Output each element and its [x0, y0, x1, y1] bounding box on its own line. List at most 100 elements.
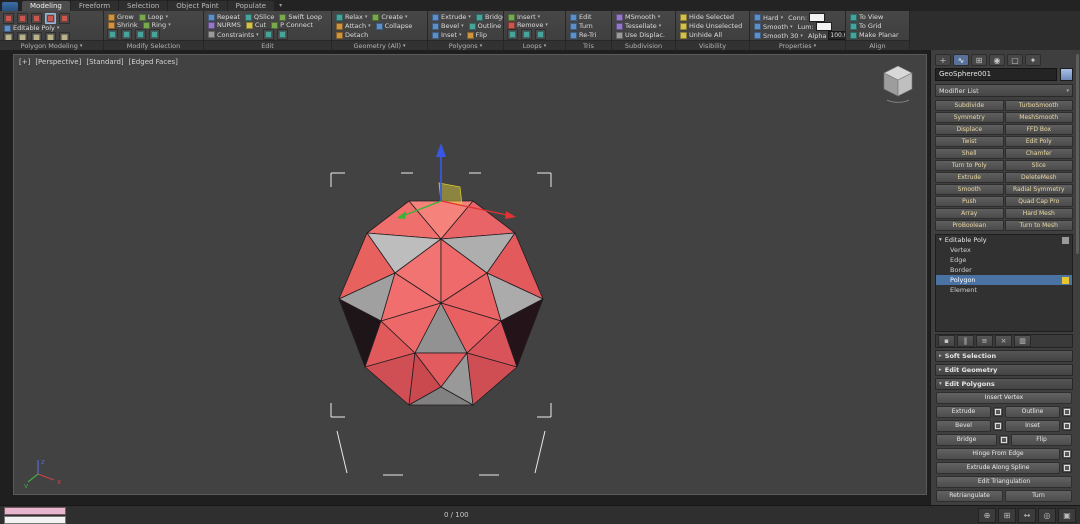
ribbon-group-label[interactable]: Modify Selection: [104, 40, 203, 50]
tab-object-paint[interactable]: Object Paint: [168, 1, 227, 11]
hard-mesh-modifier-button[interactable]: Hard Mesh: [1004, 208, 1073, 219]
bridge-button[interactable]: Bridge: [936, 434, 997, 446]
subdivide-modifier-button[interactable]: Subdivide: [935, 100, 1004, 111]
object-color-swatch[interactable]: [1060, 68, 1073, 81]
re-tri-button[interactable]: Re-Tri: [569, 31, 597, 39]
viewport[interactable]: [+] [Perspective] [Standard] [Edged Face…: [13, 54, 927, 495]
turn-to-poly-modifier-button[interactable]: Turn to Poly: [935, 160, 1004, 171]
create-button[interactable]: Create ▾: [371, 13, 408, 21]
maximize-viewport-icon[interactable]: ▣: [1058, 507, 1076, 523]
hinge-settings-icon[interactable]: [1062, 449, 1072, 459]
to-view-button[interactable]: To View: [849, 13, 884, 21]
outline-settings-icon[interactable]: [1062, 407, 1072, 417]
p-connect-button[interactable]: P Connect: [270, 21, 314, 29]
loop-button[interactable]: Loop ▾: [138, 13, 169, 21]
next-modifier-button[interactable]: [59, 32, 70, 40]
edge-button[interactable]: [17, 13, 28, 24]
editable-poly-button[interactable]: Editable Poly ▾: [3, 24, 60, 32]
nurms-button[interactable]: NURMS: [207, 21, 242, 29]
viewport-renderer-menu[interactable]: [Standard]: [86, 58, 123, 66]
tab-selection[interactable]: Selection: [119, 1, 168, 11]
ring-button[interactable]: Ring ▾: [142, 21, 172, 29]
chamfer-modifier-button[interactable]: Chamfer: [1004, 148, 1073, 159]
qslice-button[interactable]: QSlice: [244, 13, 275, 21]
edge-constraint-button[interactable]: [262, 29, 274, 40]
viewport-general-menu[interactable]: [+]: [19, 58, 30, 66]
extrude-along-spline-button[interactable]: Extrude Along Spline: [936, 462, 1060, 474]
flip-button[interactable]: Flip: [466, 31, 488, 39]
ring-shrink-button[interactable]: [149, 29, 160, 40]
smooth-30-button[interactable]: Smooth 30 ▾: [753, 32, 804, 40]
collapse-button[interactable]: Collapse: [375, 22, 414, 30]
make-unique-icon[interactable]: ≡: [976, 335, 993, 347]
border-button[interactable]: [31, 13, 42, 24]
smooth-button[interactable]: Smooth ▾: [753, 23, 794, 31]
quad-cap-pro-modifier-button[interactable]: Quad Cap Pro: [1004, 196, 1073, 207]
create-tab-icon[interactable]: +: [935, 53, 951, 66]
lock-selection-button[interactable]: [31, 32, 42, 40]
edit-triangulation-button[interactable]: Edit Triangulation: [936, 476, 1072, 488]
extrude-button[interactable]: Extrude ▾: [431, 13, 472, 21]
zoom-icon[interactable]: ⊕: [978, 507, 996, 523]
insert-vertex-button[interactable]: Insert Vertex: [936, 392, 1072, 404]
slice-modifier-button[interactable]: Slice: [1004, 160, 1073, 171]
ribbon-minimize-icon[interactable]: ▾: [275, 1, 286, 11]
rollout-edit-polygons[interactable]: ▾ Edit Polygons: [935, 378, 1073, 390]
modifier-list-dropdown[interactable]: Modifier List ▾: [935, 84, 1073, 97]
extrude-button[interactable]: Extrude: [936, 406, 991, 418]
radial-symmetry-modifier-button[interactable]: Radial Symmetry: [1004, 184, 1073, 195]
configure-modifier-sets-icon[interactable]: ▥: [1014, 335, 1031, 347]
ribbon-group-label[interactable]: Align: [846, 40, 909, 50]
retriangulate-button[interactable]: Retriangulate: [936, 490, 1003, 502]
unhide-all-button[interactable]: Unhide All: [679, 31, 723, 39]
bridge-settings-icon[interactable]: [999, 435, 1009, 445]
extrude-settings-icon[interactable]: [993, 407, 1003, 417]
grow-button[interactable]: Grow: [107, 13, 135, 21]
ring-grow-button[interactable]: [135, 29, 146, 40]
panel-scrollbar[interactable]: [1076, 54, 1079, 254]
orbit-icon[interactable]: ◎: [1038, 507, 1056, 523]
attach-button[interactable]: Attach ▾: [335, 22, 372, 30]
proboolean-modifier-button[interactable]: ProBoolean: [935, 220, 1004, 231]
stack-item-editable-poly[interactable]: ▾ Editable Poly: [936, 235, 1072, 245]
array-modifier-button[interactable]: Array: [935, 208, 1004, 219]
stack-item-edge[interactable]: Edge: [936, 255, 1072, 265]
bridge-button[interactable]: Bridge▾: [475, 13, 503, 21]
twist-modifier-button[interactable]: Twist: [935, 136, 1004, 147]
color-swatch-icon[interactable]: [809, 13, 826, 22]
shrink-button[interactable]: Shrink: [107, 21, 139, 29]
extrude-modifier-button[interactable]: Extrude: [935, 172, 1004, 183]
rollout-soft-selection[interactable]: ▸ Soft Selection: [935, 350, 1073, 362]
polygon-button[interactable]: [45, 13, 56, 24]
ribbon-group-label[interactable]: Polygons ▾: [428, 40, 503, 50]
loop-grow-button[interactable]: [107, 29, 118, 40]
remove-button[interactable]: Remove ▾: [507, 21, 549, 29]
color-swatch-icon[interactable]: [815, 22, 832, 31]
rollout-edit-geometry[interactable]: ▸ Edit Geometry: [935, 364, 1073, 376]
meshsmooth-modifier-button[interactable]: MeshSmooth: [1004, 112, 1073, 123]
stack-item-vertex[interactable]: Vertex: [936, 245, 1072, 255]
listener-script-row[interactable]: [4, 515, 66, 524]
ribbon-group-label[interactable]: Properties ▾: [750, 40, 845, 50]
alpha-field[interactable]: Alpha100.0: [807, 31, 845, 40]
vertex-button[interactable]: [3, 13, 14, 24]
tab-modeling[interactable]: Modeling: [22, 1, 70, 11]
maxscript-mini-listener[interactable]: [4, 506, 66, 524]
bevel-button[interactable]: Bevel: [936, 420, 991, 432]
deletemesh-modifier-button[interactable]: DeleteMesh: [1004, 172, 1073, 183]
ribbon-group-label[interactable]: Loops ▾: [504, 40, 565, 50]
cut-button[interactable]: Cut: [245, 21, 267, 29]
loop-shrink-button[interactable]: [121, 29, 132, 40]
inset-button[interactable]: Inset: [1005, 420, 1060, 432]
make-planar-button[interactable]: Make Planar: [849, 31, 900, 39]
ribbon-group-label[interactable]: Geometry (All) ▾: [332, 40, 427, 50]
build-end-button[interactable]: [521, 29, 532, 40]
ribbon-group-label[interactable]: Subdivision: [612, 40, 675, 50]
pan-icon[interactable]: ↔: [1018, 507, 1036, 523]
utilities-tab-icon[interactable]: ✦: [1025, 53, 1041, 66]
turn-button[interactable]: Turn: [1005, 490, 1072, 502]
ribbon-group-label[interactable]: Polygon Modeling ▾: [0, 40, 103, 50]
set-flow-button[interactable]: [507, 29, 518, 40]
ribbon-group-label[interactable]: Tris: [566, 40, 611, 50]
insert-button[interactable]: Insert ▾: [507, 13, 541, 21]
